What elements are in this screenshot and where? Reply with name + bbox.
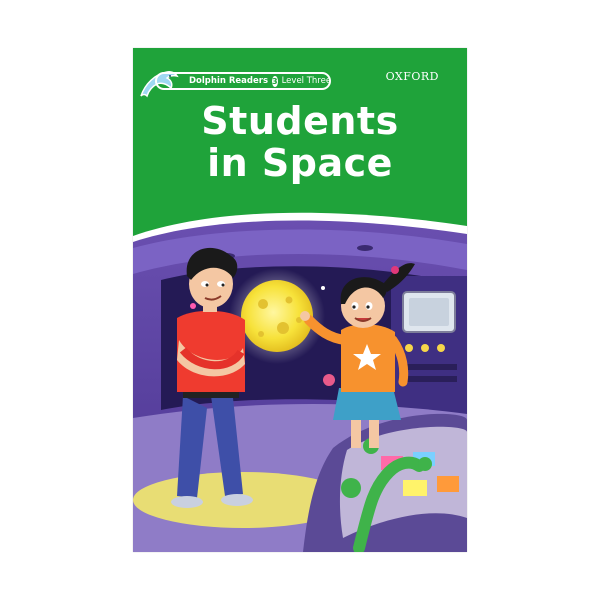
book-title: Students in Space <box>133 100 467 184</box>
title-line-1: Students <box>201 99 399 143</box>
series-label: Dolphin Readers 3 Level Three <box>155 72 331 90</box>
level-text: Level Three <box>281 76 332 86</box>
publisher-logo: OXFORD <box>385 70 439 83</box>
level-number-badge: 3 <box>272 75 278 87</box>
title-line-2: in Space <box>207 141 393 185</box>
series-name: Dolphin Readers <box>189 76 269 86</box>
book-cover: Dolphin Readers 3 Level Three OXFORD Stu… <box>133 48 467 552</box>
